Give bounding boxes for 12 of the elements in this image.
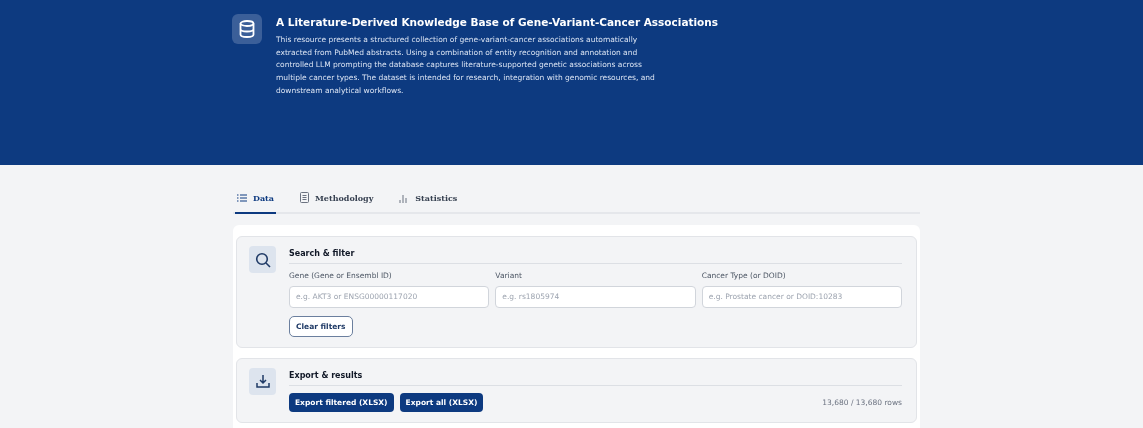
download-icon <box>249 367 276 395</box>
tab[interactable]: Data <box>235 190 276 214</box>
section-title: Search & filter <box>289 246 902 264</box>
search-icon <box>249 246 276 273</box>
tab[interactable]: Statistics <box>397 190 460 214</box>
list-icon <box>237 193 247 202</box>
section-title: Export & results <box>289 367 902 386</box>
tab[interactable]: Methodology <box>298 190 376 214</box>
page-title: A Literature-Derived Knowledge Base of Gene-Variant-Cancer Associations <box>276 16 719 28</box>
database-icon <box>232 14 262 44</box>
document-icon <box>300 192 309 203</box>
bar-chart-icon <box>399 192 410 203</box>
